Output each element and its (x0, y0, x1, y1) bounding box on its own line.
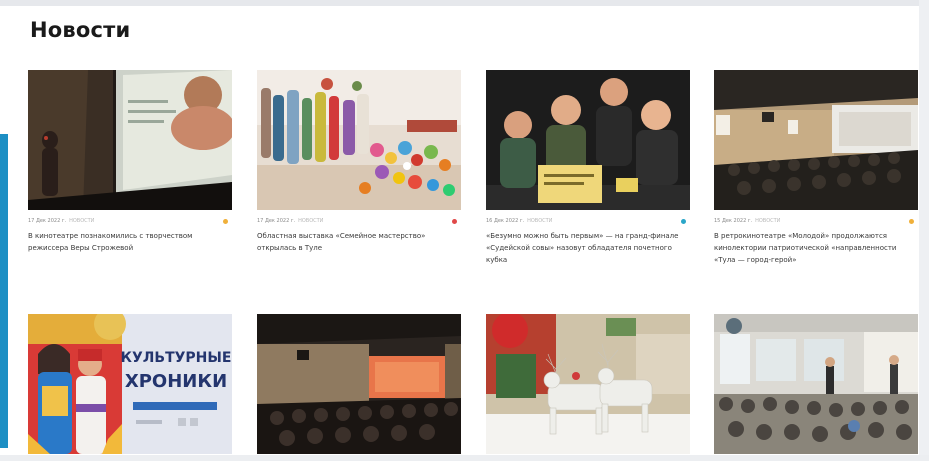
card-category[interactable]: НОВОСТИ (298, 218, 323, 224)
category-dot (909, 218, 914, 224)
news-image-reindeer-sculpture[interactable] (486, 314, 690, 454)
card-category[interactable]: НОВОСТИ (69, 218, 94, 224)
news-card[interactable]: КУЛЬТУРНЫЕ ХРОНИКИ (28, 314, 232, 454)
card-date: 15 Дек 2022 г. (714, 218, 753, 224)
news-image-lecture-hall[interactable] (714, 314, 918, 454)
news-card[interactable]: 16 Дек 2022 г. НОВОСТИ «Безумно можно бы… (486, 70, 690, 266)
card-date: 17 Дек 2022 г. (28, 218, 67, 224)
category-dot (223, 218, 228, 224)
card-date: 16 Дек 2022 г. (486, 218, 525, 224)
category-dot (681, 218, 686, 224)
news-image-quiz-team[interactable] (486, 70, 690, 210)
news-card[interactable]: 17 Дек 2022 г. НОВОСТИ Областная выставк… (257, 70, 461, 254)
news-card[interactable] (714, 314, 918, 454)
news-page: Новости 17 Дек 2022 г. НОВОСТИ В кинотеа… (0, 0, 929, 461)
news-image-crafts-exhibition[interactable] (257, 70, 461, 210)
left-accent-bar (0, 134, 8, 448)
top-strip (0, 0, 929, 6)
poster-text-line2: ХРОНИКИ (125, 371, 227, 392)
card-title[interactable]: «Безумно можно быть первым» — на гранд-ф… (486, 230, 690, 266)
news-card[interactable] (257, 314, 461, 454)
card-category[interactable]: НОВОСТИ (755, 218, 780, 224)
card-title[interactable]: В ретрокинотеатре «Молодой» продолжаются… (714, 230, 918, 266)
card-meta: 17 Дек 2022 г. НОВОСТИ (257, 216, 461, 226)
news-card[interactable] (486, 314, 690, 454)
card-title[interactable]: Областная выставка «Семейное мастерство»… (257, 230, 461, 254)
card-meta: 16 Дек 2022 г. НОВОСТИ (486, 216, 690, 226)
news-card[interactable]: 15 Дек 2022 г. НОВОСТИ В ретрокинотеатре… (714, 70, 918, 266)
right-edge (919, 0, 929, 461)
news-image-kulturnye-hroniki-poster[interactable]: КУЛЬТУРНЫЕ ХРОНИКИ (28, 314, 232, 454)
category-dot (452, 218, 457, 224)
news-card[interactable]: 17 Дек 2022 г. НОВОСТИ В кинотеатре позн… (28, 70, 232, 254)
card-date: 17 Дек 2022 г. (257, 218, 296, 224)
news-image-cinema-screening[interactable] (257, 314, 461, 454)
bottom-edge (0, 455, 929, 461)
card-meta: 15 Дек 2022 г. НОВОСТИ (714, 216, 918, 226)
section-title: Новости (30, 18, 131, 42)
card-title[interactable]: В кинотеатре познакомились с творчеством… (28, 230, 232, 254)
news-image-retro-cinema[interactable] (714, 70, 918, 210)
news-image-cinema-hall[interactable] (28, 70, 232, 210)
poster-text-line1: КУЛЬТУРНЫЕ (121, 350, 232, 366)
card-meta: 17 Дек 2022 г. НОВОСТИ (28, 216, 232, 226)
card-category[interactable]: НОВОСТИ (527, 218, 552, 224)
